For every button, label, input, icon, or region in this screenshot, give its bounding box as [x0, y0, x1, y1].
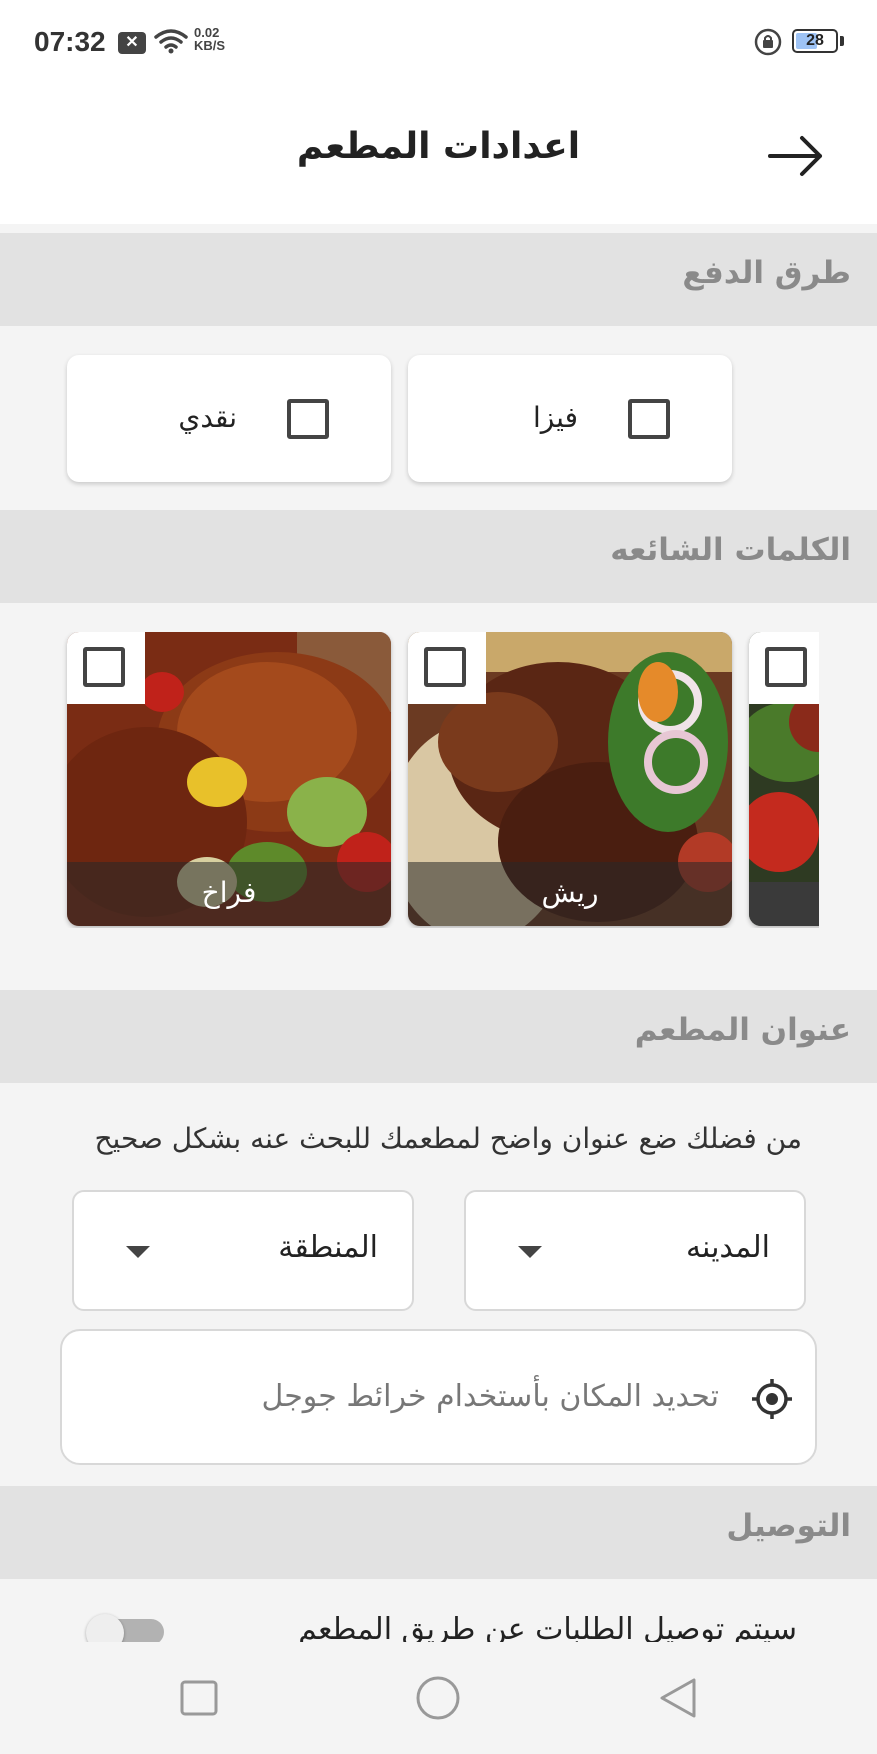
visa-checkbox[interactable] — [628, 399, 670, 439]
payment-section-title: طرق الدفع — [682, 255, 851, 291]
home-button[interactable] — [384, 1642, 494, 1754]
address-section-title: عنوان المطعم — [634, 1012, 851, 1048]
area-value: المنطقة — [278, 1230, 378, 1265]
keywords-section-header: الكلمات الشائعه — [0, 510, 877, 603]
partial-checkbox[interactable] — [765, 647, 807, 687]
payment-option-visa[interactable]: فيزا — [408, 355, 732, 482]
status-bar: 07:32 ✕ 0.02 KB/S 28 — [0, 0, 877, 86]
ribs-caption: ريش — [408, 862, 732, 926]
battery-tip — [840, 36, 844, 46]
arrow-right-icon — [768, 136, 822, 176]
chicken-caption: فراخ — [67, 862, 391, 926]
chicken-label: فراخ — [201, 876, 257, 909]
wifi-icon — [154, 29, 188, 54]
triangle-back-icon — [660, 1678, 696, 1718]
rotation-lock-icon — [754, 28, 782, 56]
delivery-section-title: التوصيل — [726, 1508, 851, 1544]
page-title: اعدادات المطعم — [296, 126, 581, 167]
back-button[interactable] — [760, 126, 830, 186]
status-time: 07:32 — [34, 26, 106, 57]
keyword-card-chicken[interactable]: فراخ — [67, 632, 391, 926]
city-dropdown[interactable]: المدينه — [464, 1190, 806, 1311]
address-hint: من فضلك ضع عنوان واضح لمطعمك للبحث عنه ب… — [94, 1122, 802, 1155]
square-icon — [180, 1680, 218, 1716]
network-speed-unit: KB/S — [194, 38, 226, 53]
system-nav-bar — [0, 1642, 877, 1754]
battery-level: 28 — [806, 32, 824, 49]
system-back-button[interactable] — [622, 1642, 732, 1754]
keyword-card-partial[interactable] — [749, 632, 819, 926]
payment-option-cash[interactable]: نقدي — [67, 355, 391, 482]
map-button-label: تحديد المكان بأستخدام خرائط جوجل — [261, 1379, 719, 1414]
chicken-checkbox-wrap — [67, 632, 145, 704]
chicken-checkbox[interactable] — [83, 647, 125, 687]
visa-label: فيزا — [532, 401, 578, 434]
keywords-carousel[interactable]: ريش فراخ — [0, 632, 819, 928]
google-maps-location-button[interactable]: تحديد المكان بأستخدام خرائط جوجل — [60, 1329, 817, 1465]
keywords-section-title: الكلمات الشائعه — [610, 532, 851, 568]
keyword-card-ribs[interactable]: ريش — [408, 632, 732, 926]
crosshair-location-icon — [752, 1379, 792, 1419]
ribs-checkbox-wrap — [408, 632, 486, 704]
cash-checkbox[interactable] — [287, 399, 329, 439]
payment-section-header: طرق الدفع — [0, 233, 877, 326]
address-section-header: عنوان المطعم — [0, 990, 877, 1083]
partial-checkbox-wrap — [749, 632, 819, 704]
recents-button[interactable] — [144, 1642, 254, 1754]
battery-icon: 28 — [792, 29, 838, 53]
ribs-checkbox[interactable] — [424, 647, 466, 687]
cash-label: نقدي — [178, 401, 237, 434]
delivery-section-header: التوصيل — [0, 1486, 877, 1579]
city-value: المدينه — [685, 1230, 770, 1265]
ribs-label: ريش — [541, 876, 599, 909]
circle-icon — [416, 1676, 460, 1720]
network-speed: 0.02 KB/S — [194, 26, 225, 52]
app-bar: اعدادات المطعم — [0, 86, 877, 224]
caret-down-icon — [126, 1246, 150, 1258]
area-dropdown[interactable]: المنطقة — [72, 1190, 414, 1311]
notification-x-icon: ✕ — [118, 32, 146, 54]
caret-down-icon — [518, 1246, 542, 1258]
